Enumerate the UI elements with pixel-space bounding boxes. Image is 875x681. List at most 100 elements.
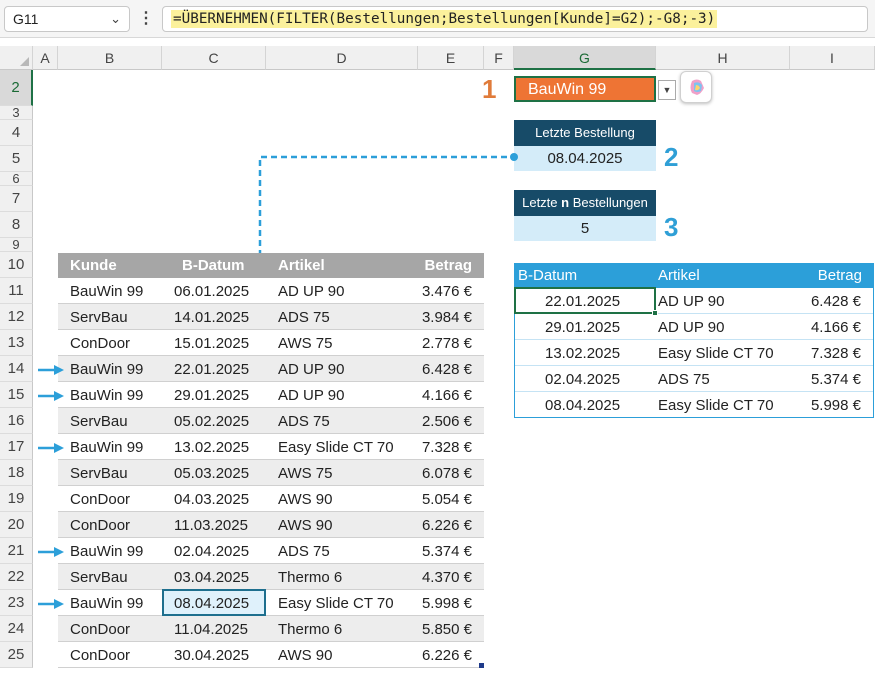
formula-input[interactable]: =ÜBERNEHMEN(FILTER(Bestellungen;Bestellu… (162, 6, 868, 32)
orders-cell-date[interactable]: 29.01.2025 (174, 387, 249, 404)
orders-cell-customer[interactable]: BauWin 99 (70, 283, 143, 300)
column-header-b[interactable]: B (58, 46, 162, 70)
result-cell-article[interactable]: ADS 75 (658, 371, 710, 388)
orders-cell-amount[interactable]: 3.476 € (422, 283, 472, 300)
orders-cell-article[interactable]: Easy Slide CT 70 (278, 439, 394, 456)
orders-cell-article[interactable]: ADS 75 (278, 309, 330, 326)
orders-cell-article[interactable]: AWS 75 (278, 335, 332, 352)
column-header-f[interactable]: F (484, 46, 514, 70)
orders-cell-amount[interactable]: 5.850 € (422, 621, 472, 638)
orders-cell-customer[interactable]: ServBau (70, 569, 128, 586)
orders-cell-article[interactable]: AWS 90 (278, 491, 332, 508)
row-header-11[interactable]: 11 (0, 278, 33, 304)
select-all-corner[interactable] (0, 46, 33, 70)
orders-cell-amount[interactable]: 5.054 € (422, 491, 472, 508)
orders-cell-amount[interactable]: 6.078 € (422, 465, 472, 482)
result-cell-date[interactable]: 02.04.2025 (545, 371, 620, 388)
orders-cell-customer[interactable]: ServBau (70, 309, 128, 326)
result-cell-date[interactable]: 13.02.2025 (545, 345, 620, 362)
orders-cell-customer[interactable]: BauWin 99 (70, 439, 143, 456)
orders-cell-date[interactable]: 05.02.2025 (174, 413, 249, 430)
orders-cell-date[interactable]: 11.03.2025 (174, 517, 248, 534)
orders-cell-article[interactable]: Thermo 6 (278, 621, 342, 638)
orders-cell-customer[interactable]: BauWin 99 (70, 387, 143, 404)
orders-cell-customer[interactable]: BauWin 99 (70, 361, 143, 378)
row-header-4[interactable]: 4 (0, 120, 33, 146)
row-header-7[interactable]: 7 (0, 186, 33, 212)
row-header-20[interactable]: 20 (0, 512, 33, 538)
orders-cell-amount[interactable]: 2.506 € (422, 413, 472, 430)
result-cell-amount[interactable]: 6.428 € (811, 293, 861, 310)
row-header-16[interactable]: 16 (0, 408, 33, 434)
orders-cell-date[interactable]: 06.01.2025 (174, 283, 249, 300)
row-header-17[interactable]: 17 (0, 434, 33, 460)
row-header-3[interactable]: 3 (0, 106, 33, 120)
row-header-18[interactable]: 18 (0, 460, 33, 486)
orders-cell-article[interactable]: AWS 90 (278, 517, 332, 534)
result-cell-article[interactable]: AD UP 90 (658, 293, 724, 310)
row-header-21[interactable]: 21 (0, 538, 33, 564)
orders-cell-amount[interactable]: 5.374 € (422, 543, 472, 560)
name-box[interactable]: G11 ⌄ (4, 6, 130, 32)
copilot-icon[interactable] (680, 71, 712, 103)
orders-cell-customer[interactable]: ConDoor (70, 335, 130, 352)
row-header-25[interactable]: 25 (0, 642, 33, 668)
result-cell-article[interactable]: Easy Slide CT 70 (658, 345, 774, 362)
orders-cell-customer[interactable]: ServBau (70, 413, 128, 430)
row-header-15[interactable]: 15 (0, 382, 33, 408)
result-cell-amount[interactable]: 5.998 € (811, 397, 861, 414)
orders-cell-article[interactable]: AD UP 90 (278, 387, 344, 404)
row-header-8[interactable]: 8 (0, 212, 33, 238)
orders-cell-date[interactable]: 14.01.2025 (174, 309, 249, 326)
orders-cell-amount[interactable]: 3.984 € (422, 309, 472, 326)
row-header-22[interactable]: 22 (0, 564, 33, 590)
orders-cell-customer[interactable]: ConDoor (70, 517, 130, 534)
orders-cell-amount[interactable]: 2.778 € (422, 335, 472, 352)
result-cell-date[interactable]: 29.01.2025 (545, 319, 620, 336)
row-header-5[interactable]: 5 (0, 146, 33, 172)
column-header-h[interactable]: H (656, 46, 790, 70)
result-cell-article[interactable]: Easy Slide CT 70 (658, 397, 774, 414)
orders-cell-date[interactable]: 22.01.2025 (174, 361, 249, 378)
result-cell-date[interactable]: 08.04.2025 (545, 397, 620, 414)
row-header-14[interactable]: 14 (0, 356, 33, 382)
orders-cell-amount[interactable]: 5.998 € (422, 595, 472, 612)
column-header-g[interactable]: G (514, 46, 656, 70)
customer-dropdown-cell[interactable]: BauWin 99 (514, 76, 656, 102)
orders-cell-amount[interactable]: 7.328 € (422, 439, 472, 456)
orders-cell-date[interactable]: 30.04.2025 (174, 647, 249, 664)
orders-cell-amount[interactable]: 6.428 € (422, 361, 472, 378)
last-order-value[interactable]: 08.04.2025 (514, 146, 656, 171)
result-cell-amount[interactable]: 4.166 € (811, 319, 861, 336)
orders-cell-date[interactable]: 08.04.2025 (174, 595, 249, 612)
dropdown-arrow-icon[interactable]: ▼ (658, 80, 676, 100)
column-header-e[interactable]: E (418, 46, 484, 70)
row-header-23[interactable]: 23 (0, 590, 33, 616)
row-header-13[interactable]: 13 (0, 330, 33, 356)
orders-cell-date[interactable]: 05.03.2025 (174, 465, 249, 482)
orders-cell-date[interactable]: 13.02.2025 (174, 439, 249, 456)
more-options-icon[interactable]: ⋮ (138, 9, 154, 29)
orders-cell-amount[interactable]: 4.166 € (422, 387, 472, 404)
orders-cell-date[interactable]: 11.04.2025 (174, 621, 248, 638)
orders-cell-amount[interactable]: 6.226 € (422, 517, 472, 534)
row-header-19[interactable]: 19 (0, 486, 33, 512)
result-cell-amount[interactable]: 7.328 € (811, 345, 861, 362)
orders-cell-amount[interactable]: 4.370 € (422, 569, 472, 586)
orders-cell-customer[interactable]: ConDoor (70, 491, 130, 508)
column-header-i[interactable]: I (790, 46, 875, 70)
orders-cell-customer[interactable]: BauWin 99 (70, 595, 143, 612)
orders-cell-article[interactable]: ADS 75 (278, 413, 330, 430)
orders-cell-article[interactable]: Thermo 6 (278, 569, 342, 586)
orders-cell-article[interactable]: Easy Slide CT 70 (278, 595, 394, 612)
row-header-10[interactable]: 10 (0, 252, 33, 278)
chevron-down-icon[interactable]: ⌄ (110, 11, 121, 27)
column-header-c[interactable]: C (162, 46, 266, 70)
orders-cell-customer[interactable]: BauWin 99 (70, 543, 143, 560)
column-header-a[interactable]: A (33, 46, 58, 70)
result-cell-date[interactable]: 22.01.2025 (545, 293, 620, 310)
orders-cell-date[interactable]: 02.04.2025 (174, 543, 249, 560)
last-n-value[interactable]: 5 (514, 216, 656, 241)
row-header-24[interactable]: 24 (0, 616, 33, 642)
orders-cell-date[interactable]: 15.01.2025 (174, 335, 249, 352)
